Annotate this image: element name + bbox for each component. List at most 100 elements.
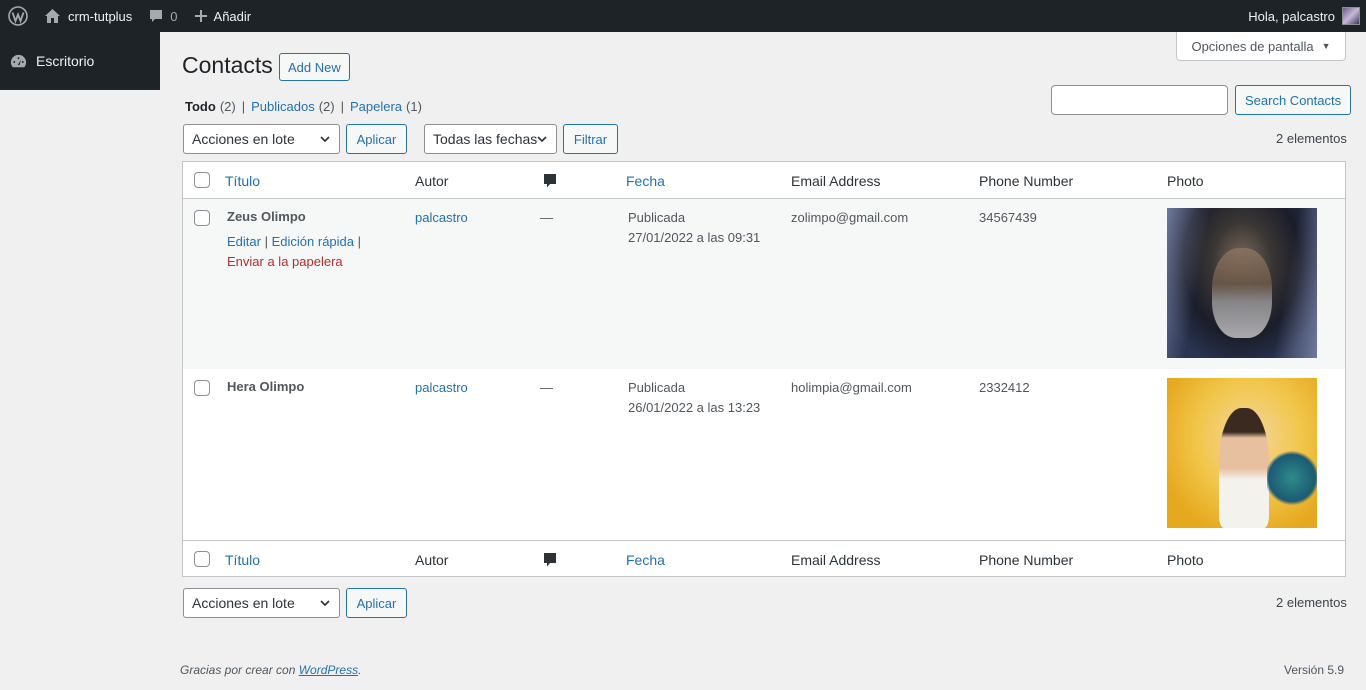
views-separator: | (340, 99, 344, 114)
row-phone: 34567439 (979, 210, 1037, 225)
view-count: (1) (406, 99, 422, 114)
comments-count: 0 (170, 8, 178, 24)
dashboard-icon (10, 54, 27, 67)
contacts-table: Título Autor Fecha Email Address Phone N… (182, 161, 1346, 577)
row-author-link[interactable]: palcastro (415, 378, 468, 398)
trash-link[interactable]: Enviar a la papelera (227, 254, 343, 269)
date-filter-select[interactable]: Todas las fechas (424, 124, 557, 154)
edit-link[interactable]: Editar (227, 234, 261, 249)
contact-photo (1167, 378, 1317, 528)
view-label: Papelera (349, 99, 403, 114)
plus-icon (194, 10, 207, 22)
filter-button[interactable]: Filtrar (563, 124, 618, 154)
apply-button-bottom[interactable]: Aplicar (346, 588, 407, 618)
chevron-down-icon (320, 600, 330, 607)
column-author-header: Autor (415, 551, 449, 568)
row-checkbox[interactable] (194, 210, 210, 226)
column-author-header: Autor (415, 172, 449, 189)
items-count-bottom: 2 elementos (1276, 595, 1347, 610)
new-content-link[interactable]: Añadir (186, 0, 260, 32)
my-account-link[interactable]: Hola, palcastro (1240, 0, 1366, 32)
avatar (1342, 7, 1360, 25)
view-label: Publicados (251, 99, 315, 114)
actions-separator: | (357, 234, 362, 249)
column-comments-header (542, 162, 558, 199)
bulk-actions-value: Acciones en lote (192, 131, 295, 147)
apply-button-top[interactable]: Aplicar (346, 124, 407, 154)
footer-thanks: Gracias por crear con WordPress. (180, 663, 361, 677)
quick-edit-link[interactable]: Edición rápida (272, 234, 354, 249)
wordpress-link[interactable]: WordPress (299, 663, 358, 677)
select-all-checkbox[interactable] (194, 172, 210, 188)
date-filter-value: Todas las fechas (433, 131, 538, 147)
table-row: Hera Olimpo palcastro — Publicada 26/01/… (183, 369, 1345, 539)
bulk-actions-value: Acciones en lote (192, 595, 295, 611)
site-name-link[interactable]: crm-tutplus (36, 0, 140, 32)
column-title-header[interactable]: Título (225, 541, 260, 578)
view-trash[interactable]: Papelera (1) (350, 99, 422, 114)
row-title-link[interactable]: Hera Olimpo (227, 377, 304, 397)
footer-thanks-text: Gracias por crear con (180, 663, 299, 677)
actions-separator: | (264, 234, 268, 249)
bulk-actions-select-top[interactable]: Acciones en lote (183, 124, 340, 154)
column-phone-header: Phone Number (979, 551, 1074, 568)
home-icon (45, 9, 60, 23)
footer-thanks-suffix: . (358, 663, 362, 677)
table-footer: Título Autor Fecha Email Address Phone N… (183, 540, 1345, 577)
search-box: Search Contacts (1051, 85, 1352, 115)
row-date: Publicada 27/01/2022 a las 09:31 (628, 208, 760, 248)
row-date: Publicada 26/01/2022 a las 13:23 (628, 378, 760, 418)
new-label: Añadir (213, 8, 252, 24)
views-separator: | (241, 99, 246, 114)
row-title-link[interactable]: Zeus Olimpo (227, 207, 306, 227)
chevron-down-icon (320, 136, 330, 143)
footer-version: Versión 5.9 (1284, 663, 1345, 677)
column-photo-header: Photo (1167, 551, 1204, 568)
view-count: (2) (318, 99, 335, 114)
greeting: Hola, palcastro (1248, 8, 1335, 24)
view-count: (2) (219, 99, 236, 114)
status-views: Todo (2) | Publicados (2) | Papelera (1) (185, 99, 422, 114)
row-date-value: 27/01/2022 a las 09:31 (628, 230, 761, 245)
row-actions: Editar | Edición rápida | Enviar a la pa… (227, 232, 361, 272)
items-count-top: 2 elementos (1276, 131, 1347, 146)
wordpress-logo-icon[interactable] (0, 0, 36, 32)
contact-photo (1167, 208, 1317, 358)
search-contacts-button[interactable]: Search Contacts (1235, 85, 1352, 115)
table-row: Zeus Olimpo Editar | Edición rápida | En… (183, 199, 1345, 369)
row-date-value: 26/01/2022 a las 13:23 (628, 400, 761, 415)
comments-link[interactable]: 0 (140, 0, 185, 32)
column-email-header: Email Address (791, 551, 881, 568)
column-date-header[interactable]: Fecha (626, 162, 665, 199)
row-comments: — (540, 380, 553, 395)
row-author-link[interactable]: palcastro (415, 208, 468, 228)
column-title-header[interactable]: Título (225, 162, 260, 199)
site-name: crm-tutplus (68, 8, 133, 24)
screen-options-label: Opciones de pantalla (1191, 38, 1314, 54)
row-email: zolimpo@gmail.com (791, 210, 909, 225)
bulk-actions-select-bottom[interactable]: Acciones en lote (183, 588, 340, 618)
row-phone: 2332412 (979, 380, 1030, 395)
view-all[interactable]: Todo (2) (185, 99, 236, 114)
view-label: Todo (185, 99, 216, 114)
screen-options-button[interactable]: Opciones de pantalla ▼ (1176, 32, 1346, 61)
admin-bar: crm-tutplus 0 Añadir Hola, palcastro (0, 0, 1366, 32)
row-comments: — (540, 210, 553, 225)
comment-bubble-icon (544, 552, 556, 566)
column-email-header: Email Address (791, 172, 881, 189)
sidebar-item-label: Escritorio (36, 53, 95, 69)
add-new-button[interactable]: Add New (279, 53, 350, 81)
row-email: holimpia@gmail.com (791, 380, 912, 395)
row-checkbox[interactable] (194, 380, 210, 396)
sidebar-item-escritorio[interactable]: Escritorio (0, 32, 160, 90)
comment-icon (150, 10, 163, 22)
column-comments-header (542, 541, 558, 578)
row-status: Publicada (628, 380, 686, 395)
comment-bubble-icon (544, 173, 556, 187)
column-date-header[interactable]: Fecha (626, 541, 665, 578)
select-all-checkbox[interactable] (194, 551, 210, 567)
search-input[interactable] (1051, 85, 1228, 115)
caret-down-icon: ▼ (1321, 41, 1331, 51)
row-status: Publicada (628, 210, 686, 225)
view-published[interactable]: Publicados (2) (251, 99, 335, 114)
